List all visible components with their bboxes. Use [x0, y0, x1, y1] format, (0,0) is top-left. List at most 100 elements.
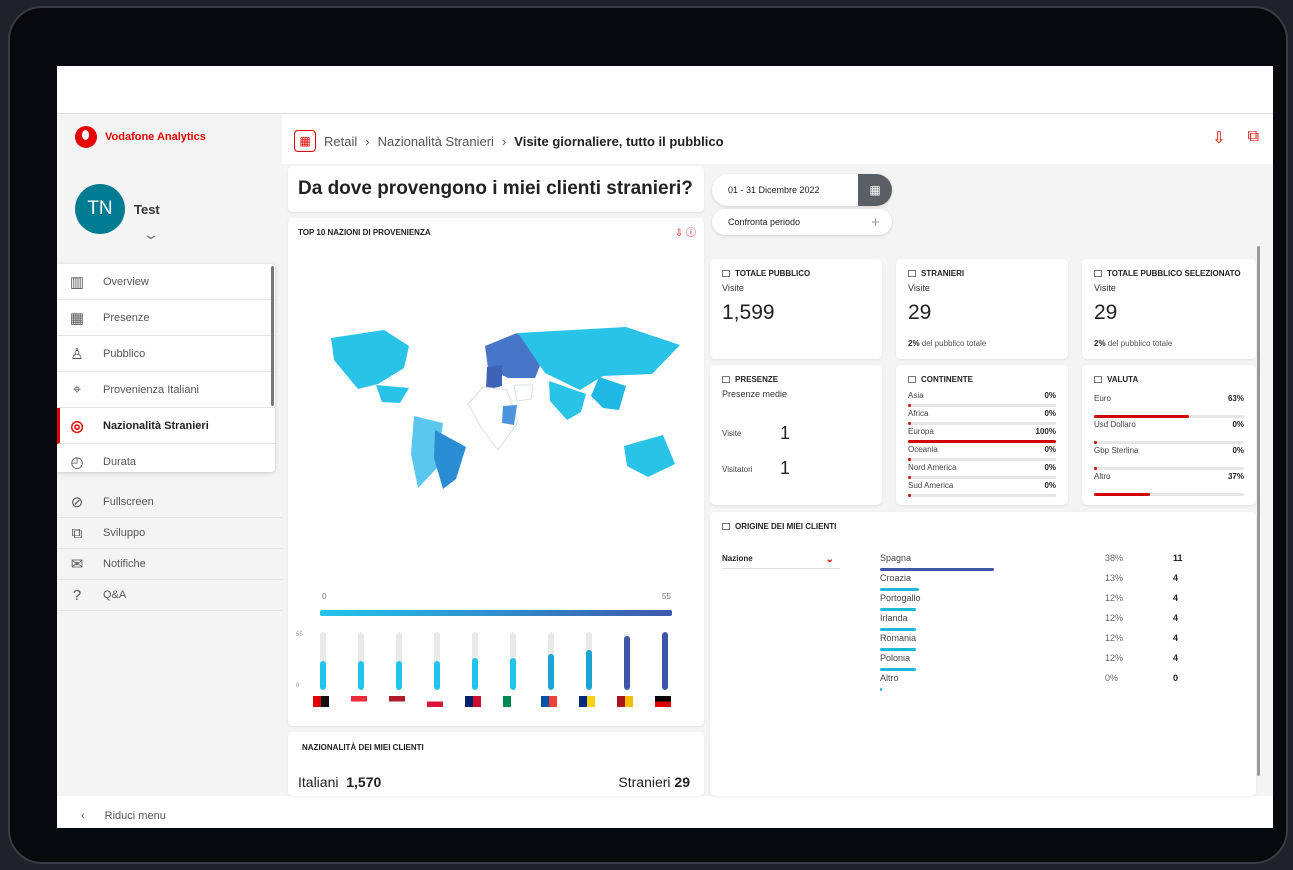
kpi-selected-audience: TOTALE PUBBLICO SELEZIONATO Visite 29 2%…	[1082, 259, 1256, 359]
uk-flag-icon	[465, 696, 481, 707]
country-bar[interactable]	[358, 632, 364, 690]
progress-track	[1094, 493, 1244, 496]
country-name: Croazia	[880, 573, 912, 583]
date-range-picker[interactable]: 01 - 31 Dicembre 2022 ▦	[712, 174, 892, 206]
visitors-value: 1	[780, 458, 791, 478]
avatar[interactable]: TN	[75, 184, 125, 234]
sidebar-item-pubblico[interactable]: ♙ Pubblico	[57, 336, 275, 372]
table-row[interactable]: Spagna 38% 11	[880, 553, 1183, 573]
country-percent: 12%	[1105, 633, 1124, 643]
sidebar-item-qa[interactable]: ? Q&A	[57, 580, 282, 611]
progress-track	[908, 404, 1056, 407]
list-item-value: 0%	[1232, 446, 1244, 455]
breadcrumb-item[interactable]: Nazionalità Stranieri	[378, 134, 494, 149]
nigeria-flag-icon	[503, 696, 519, 707]
spain-flag-icon	[617, 696, 633, 707]
list-item: Oceania 0%	[908, 445, 1056, 463]
table-row[interactable]: Croazia 13% 4	[880, 573, 1180, 593]
country-bar[interactable]	[662, 632, 668, 690]
kpi-title: TOTALE PUBBLICO SELEZIONATO	[1094, 269, 1244, 278]
country-bar[interactable]	[510, 632, 516, 690]
bar-fill	[548, 654, 554, 690]
country-bar[interactable]	[396, 632, 402, 690]
list-item-label: Altro	[1094, 472, 1111, 481]
compare-period-button[interactable]: Confronta periodo +	[712, 209, 892, 235]
breadcrumb: ▦ Retail › Nazionalità Stranieri › Visit…	[294, 130, 724, 152]
country-filter[interactable]: Nazione ⌄	[722, 554, 840, 569]
clock-icon: ◴	[70, 453, 84, 471]
country-count: 4	[1173, 633, 1179, 643]
sidebar-item-label: Q&A	[103, 589, 127, 601]
menu-scrollbar[interactable]	[271, 266, 274, 406]
italiani-label: Italiani	[298, 774, 339, 790]
italiani-value: 1,570	[346, 774, 382, 790]
bar-fill	[510, 657, 516, 690]
top-bar	[57, 66, 1273, 114]
kpi-title: STRANIERI	[908, 269, 1056, 278]
visitors-label: Visitatori	[722, 465, 753, 474]
stranieri-label: Stranieri	[618, 774, 671, 790]
header-actions: ⇩ ⧉	[1212, 128, 1259, 148]
sidebar-item-provenienza-italiani[interactable]: ⌖ Provenienza Italiani	[57, 372, 275, 408]
bar-fill	[586, 650, 592, 690]
kpi-sub: Visite	[1094, 283, 1116, 293]
sidebar-item-presenze[interactable]: ▦ Presenze	[57, 300, 275, 336]
bar-fill	[472, 657, 478, 690]
country-count: 4	[1173, 573, 1179, 583]
country-bar[interactable]	[472, 632, 478, 690]
table-row[interactable]: Portogallo 12% 4	[880, 593, 1180, 613]
date-range-label: 01 - 31 Dicembre 2022	[728, 185, 820, 195]
share-icon[interactable]: ⧉	[1248, 128, 1259, 148]
table-row[interactable]: Irlanda 12% 4	[880, 613, 1180, 633]
austria-flag-icon	[351, 696, 367, 707]
sidebar-item-nazionalita-stranieri[interactable]: ◎ Nazionalità Stranieri	[57, 408, 275, 444]
list-item: Europa 100%	[908, 427, 1056, 445]
country-bar-chart	[308, 632, 688, 690]
sidebar-item-durata[interactable]: ◴ Durata	[57, 444, 275, 472]
sidebar-item-notifiche[interactable]: ✉ Notifiche	[57, 549, 282, 580]
country-bar[interactable]	[586, 632, 592, 690]
progress-track	[1094, 441, 1244, 444]
bar-fill	[396, 661, 402, 690]
country-bar[interactable]	[320, 632, 326, 690]
brand-name: Vodafone Analytics	[105, 131, 206, 143]
calendar-icon[interactable]: ▦	[858, 174, 892, 206]
calendar-icon	[722, 376, 730, 383]
france-flag-icon	[541, 696, 557, 707]
sidebar-item-label: Durata	[103, 455, 137, 468]
country-percent: 12%	[1105, 653, 1124, 663]
list-item-label: Sud America	[908, 481, 954, 490]
brand[interactable]: Vodafone Analytics	[75, 126, 206, 148]
kpi-note: 2% del pubblico totale	[908, 339, 1056, 348]
scale-min: 0	[322, 592, 327, 601]
list-item-label: Usd Dollaro	[1094, 420, 1136, 429]
calendar-icon	[1094, 376, 1102, 383]
sidebar-item-fullscreen[interactable]: ⊘ Fullscreen	[57, 487, 282, 518]
sidebar-item-overview[interactable]: ▥ Overview	[57, 264, 275, 300]
list-item: Africa 0%	[908, 409, 1056, 427]
country-bar[interactable]	[548, 632, 554, 690]
list-item: Sud America 0%	[908, 481, 1056, 499]
table-row[interactable]: Altro 0% 0	[880, 673, 1180, 693]
fullscreen-icon: ⊘	[70, 494, 84, 511]
kpi-title-text: TOTALE PUBBLICO	[735, 269, 811, 278]
download-icon[interactable]: ⇩ ⓘ	[675, 224, 696, 239]
country-bar[interactable]	[434, 632, 440, 690]
chevron-down-icon[interactable]: ⌄	[142, 226, 160, 243]
grid-icon[interactable]: ▦	[294, 130, 316, 152]
color-scale-bar	[320, 610, 672, 616]
breadcrumb-item[interactable]: Retail	[324, 134, 357, 149]
list-item: Gbp Sterlina 0%	[1094, 446, 1244, 472]
content-scrollbar[interactable]	[1257, 246, 1260, 776]
table-row[interactable]: Polonia 12% 4	[880, 653, 1180, 673]
sidebar-item-sviluppo[interactable]: ⧉ Sviluppo	[57, 518, 282, 549]
list-item-value: 0%	[1044, 391, 1056, 400]
collapse-menu-button[interactable]: ‹ Riduci menu	[81, 810, 166, 822]
bar-fill	[624, 635, 630, 690]
kpi-title: PRESENZE	[722, 375, 870, 384]
download-icon[interactable]: ⇩	[1212, 128, 1225, 148]
kpi-sub: Visite	[722, 283, 744, 293]
country-bar[interactable]	[624, 632, 630, 690]
kpi-title: CONTINENTE	[908, 375, 1056, 384]
table-row[interactable]: Romania 12% 4	[880, 633, 1180, 653]
